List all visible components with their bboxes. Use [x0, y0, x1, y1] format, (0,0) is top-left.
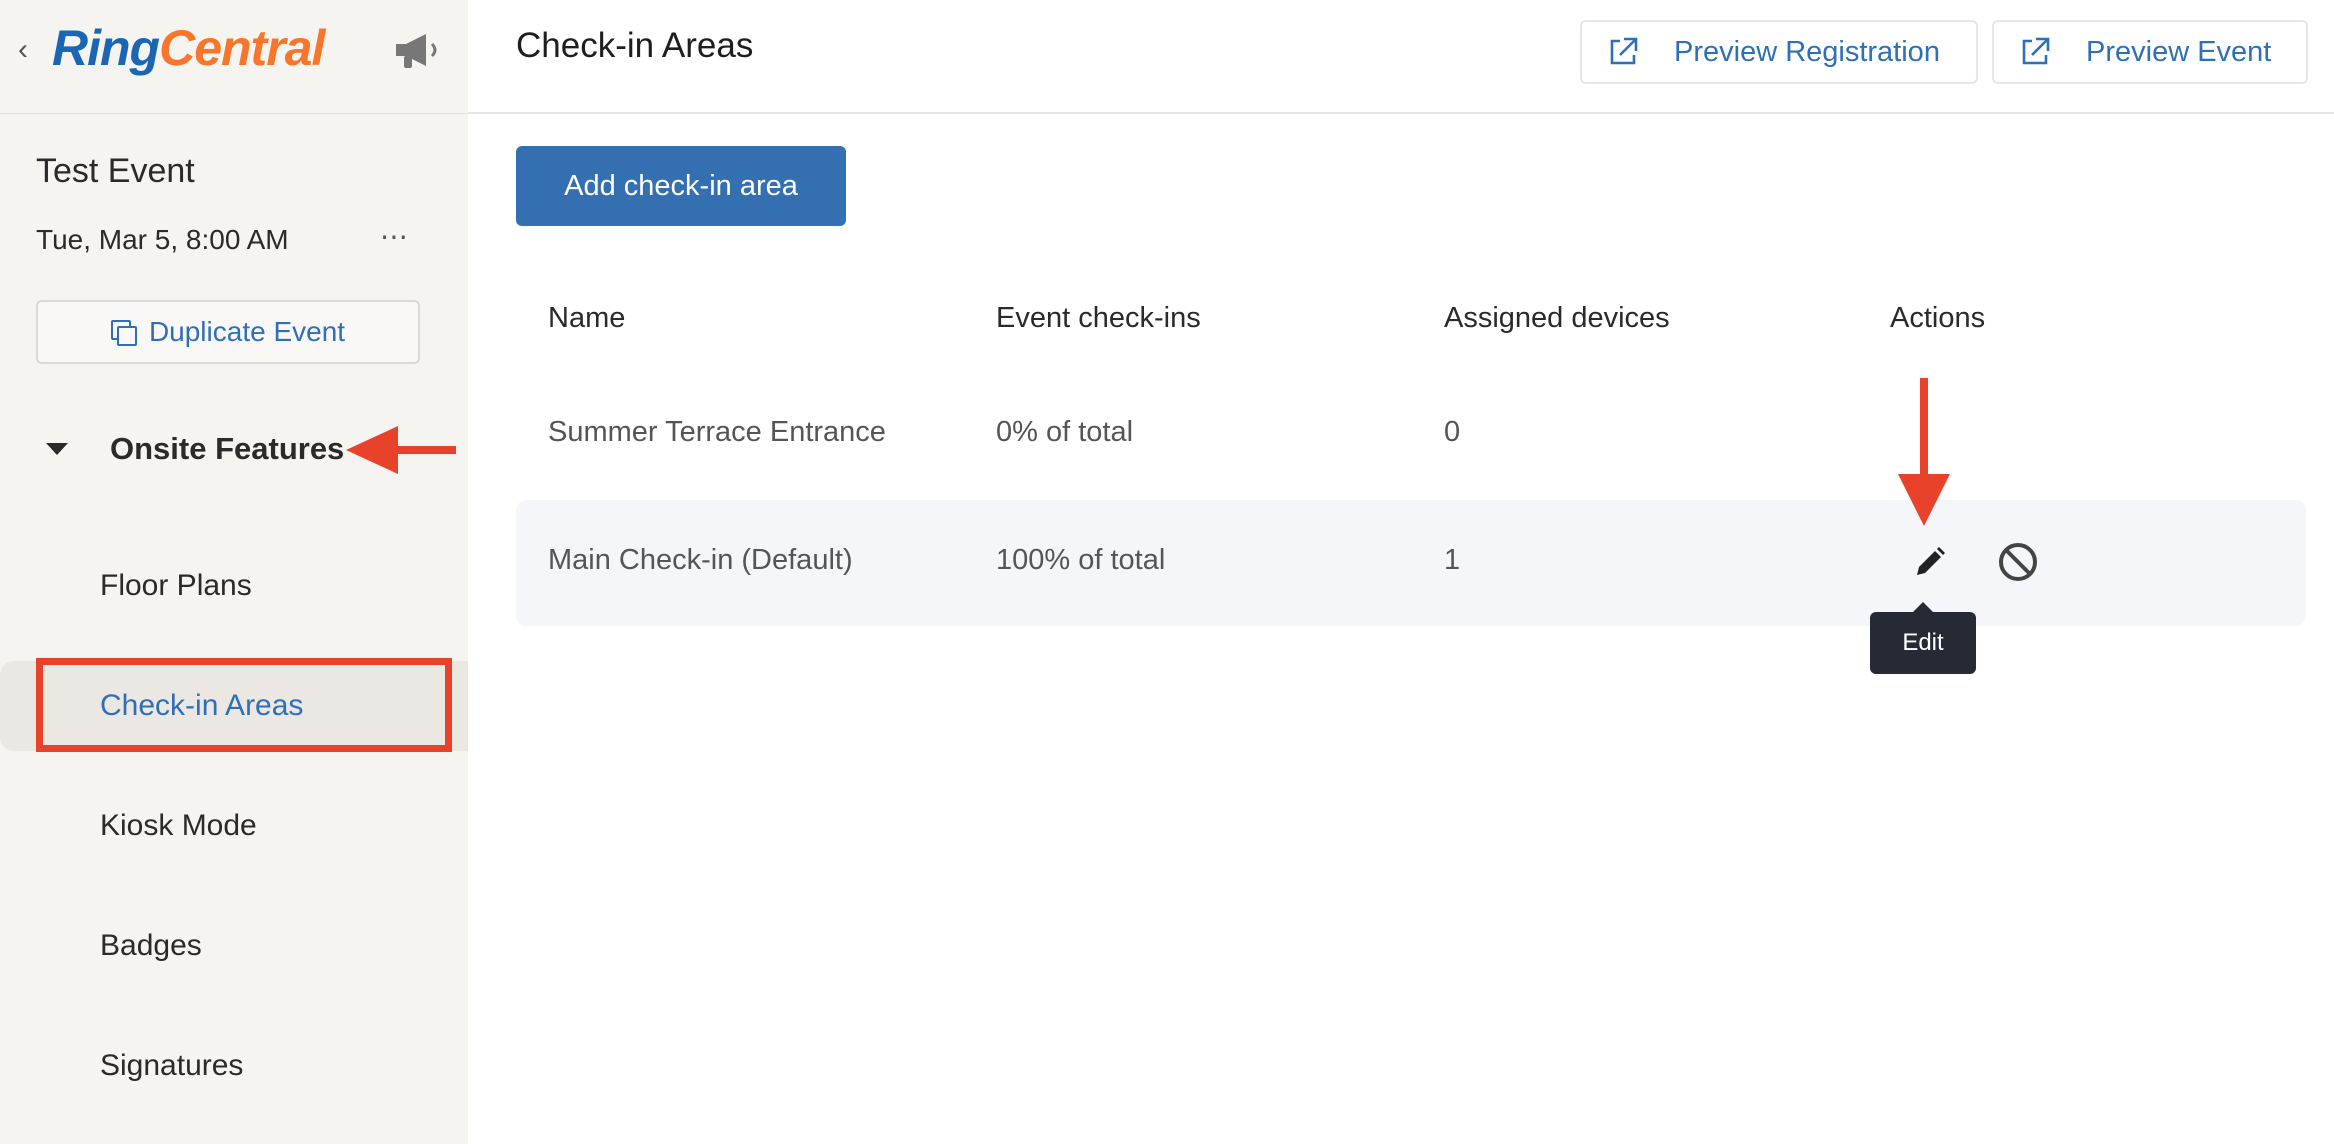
tooltip-label: Edit: [1902, 629, 1944, 656]
preview-event-label: Preview Event: [2086, 35, 2272, 68]
sidebar-item-label: Signatures: [100, 1049, 244, 1082]
pencil-icon: [1917, 547, 1945, 575]
duplicate-icon: [110, 320, 137, 346]
event-date: Tue, Mar 5, 8:00 AM: [36, 224, 289, 255]
preview-event-button[interactable]: Preview Event: [1992, 20, 2308, 84]
sidebar-item-signatures[interactable]: Signatures: [0, 1021, 468, 1111]
disable-button[interactable]: [1994, 538, 2042, 586]
table-row[interactable]: Main Check-in (Default) 100% of total 1: [516, 500, 2306, 626]
page-title: Check-in Areas: [516, 26, 754, 65]
sidebar-item-label: Badges: [100, 929, 202, 962]
external-link-icon: [1610, 37, 1638, 65]
add-check-in-area-button[interactable]: Add check-in area: [516, 146, 846, 226]
top-header: Check-in Areas Preview Registration Prev…: [468, 0, 2334, 114]
sidebar-item-kiosk-mode[interactable]: Kiosk Mode: [0, 781, 468, 871]
duplicate-event-button[interactable]: Duplicate Event: [36, 300, 420, 364]
row-check-ins: 0% of total: [996, 416, 1134, 448]
sidebar-item-label: Floor Plans: [100, 569, 252, 602]
sidebar-item-check-in-areas[interactable]: Check-in Areas: [0, 661, 468, 751]
row-name: Summer Terrace Entrance: [548, 416, 886, 448]
row-check-ins: 100% of total: [996, 544, 1166, 576]
row-name: Main Check-in (Default): [548, 544, 853, 576]
sidebar-item-label: Check-in Areas: [100, 689, 304, 722]
block-icon: [1999, 543, 2037, 581]
row-devices: 0: [1444, 416, 1461, 448]
column-header-name[interactable]: Name: [548, 302, 625, 335]
column-header-assigned-devices[interactable]: Assigned devices: [1444, 302, 1670, 335]
event-title: Test Event: [36, 152, 195, 190]
sidebar: ‹ RingCentral Test Event Tue, Mar 5, 8:0…: [0, 0, 468, 1144]
duplicate-event-label: Duplicate Event: [148, 316, 346, 347]
section-label: Onsite Features: [110, 431, 345, 466]
back-chevron-icon[interactable]: ‹: [18, 34, 28, 66]
table-row[interactable]: Summer Terrace Entrance 0% of total 0: [516, 372, 2306, 498]
edit-tooltip: Edit: [1870, 602, 1976, 674]
caret-down-icon: [46, 443, 68, 455]
sidebar-item-floor-plans[interactable]: Floor Plans: [0, 541, 468, 631]
add-check-in-area-label: Add check-in area: [564, 169, 798, 202]
preview-registration-label: Preview Registration: [1674, 35, 1940, 68]
sidebar-item-badges[interactable]: Badges: [0, 901, 468, 991]
row-devices: 1: [1444, 544, 1461, 576]
section-onsite-features[interactable]: Onsite Features: [36, 424, 344, 474]
sidebar-item-label: Kiosk Mode: [100, 809, 257, 842]
preview-registration-button[interactable]: Preview Registration: [1580, 20, 1978, 84]
ringcentral-logo: RingCentral: [52, 20, 325, 76]
external-link-icon: [2022, 37, 2050, 65]
column-header-actions: Actions: [1890, 302, 1986, 334]
column-header-event-check-ins[interactable]: Event check-ins: [996, 302, 1201, 335]
edit-button[interactable]: [1906, 538, 1954, 586]
megaphone-icon[interactable]: [392, 30, 444, 70]
brand-bar: ‹ RingCentral: [0, 0, 468, 114]
more-options-icon[interactable]: ⋯: [380, 220, 410, 253]
